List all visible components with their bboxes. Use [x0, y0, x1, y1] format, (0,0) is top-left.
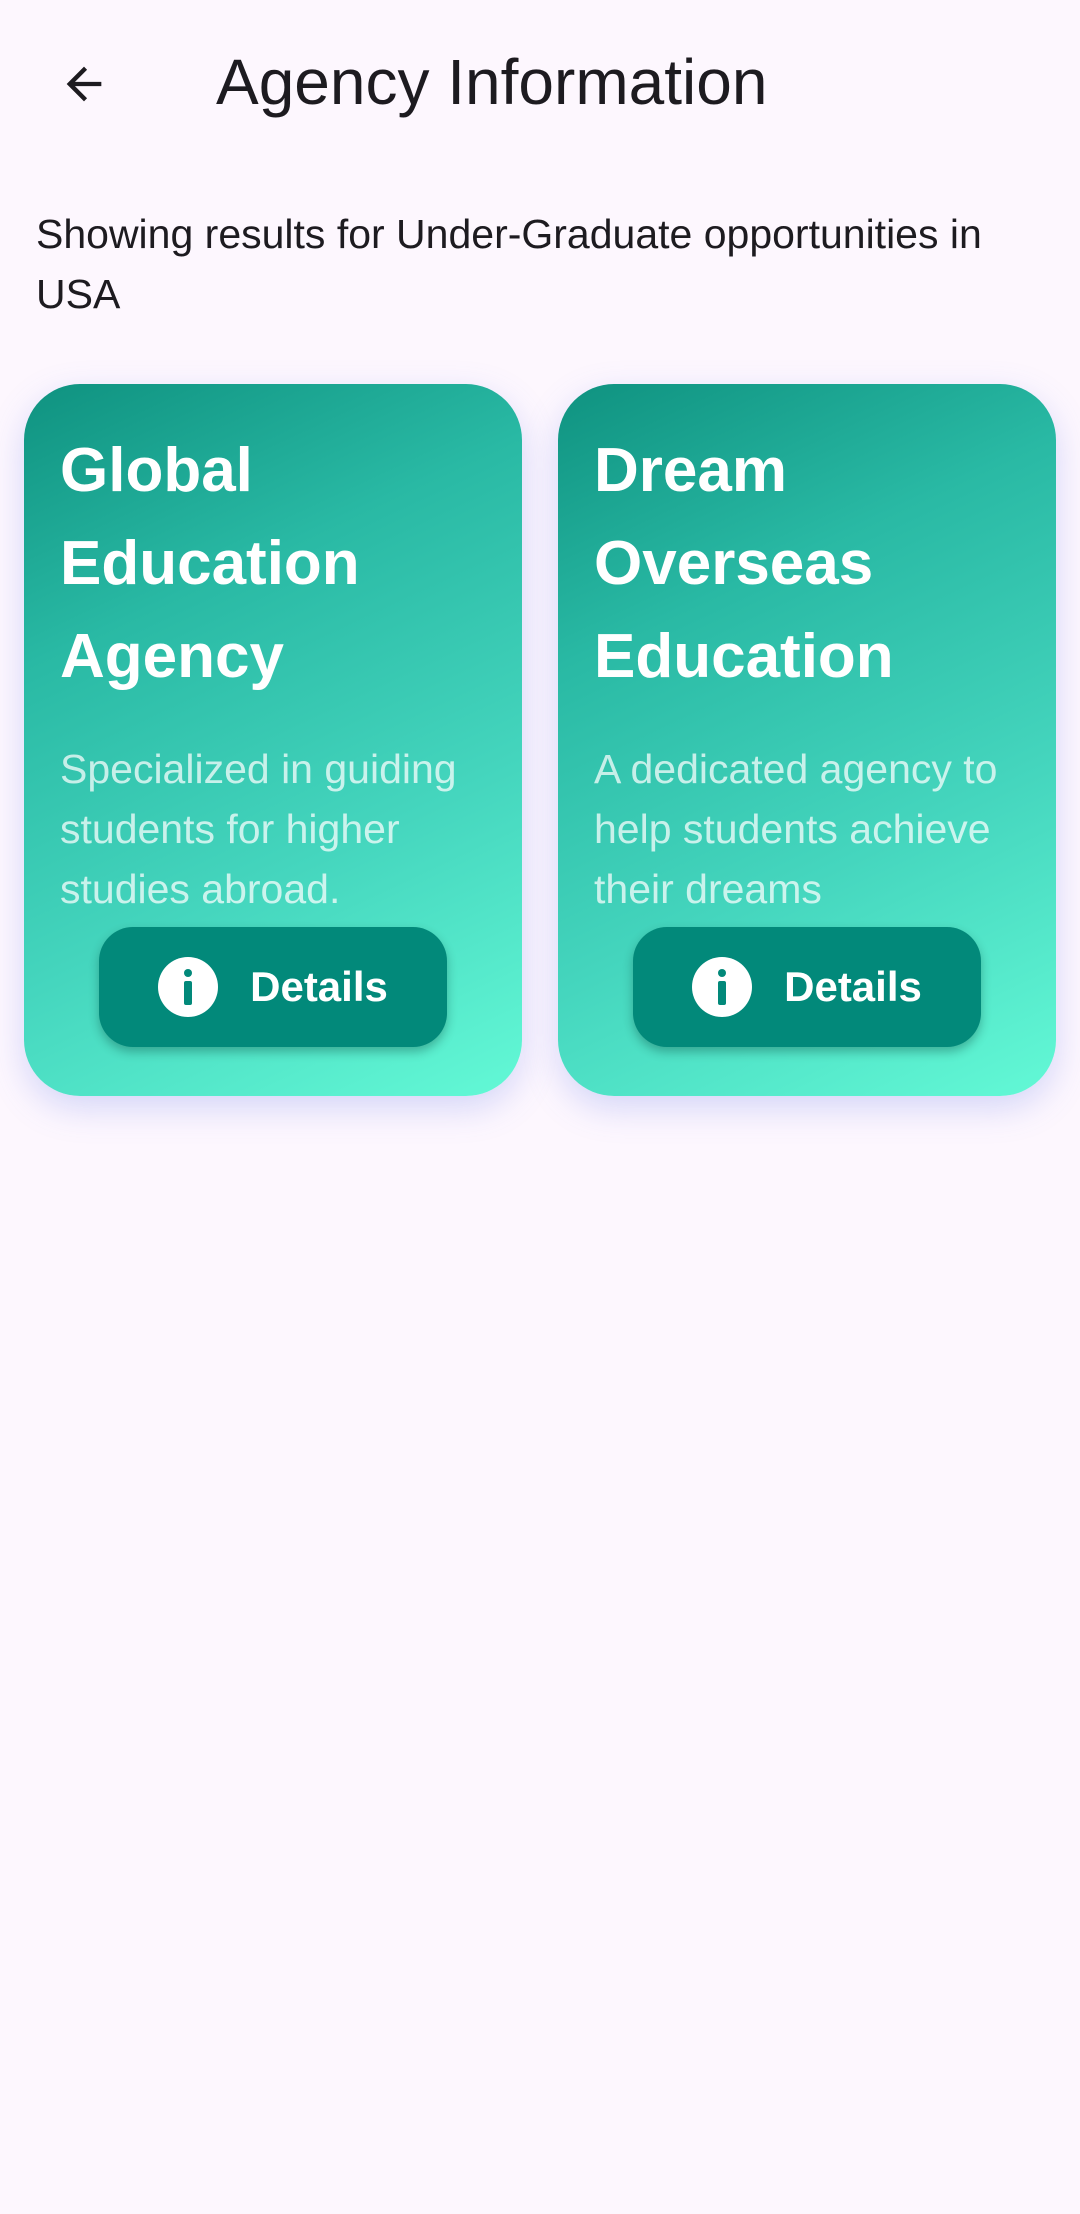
agency-name: Dream Overseas Education: [594, 436, 894, 691]
page-title: Agency Information: [216, 46, 768, 118]
info-icon: [158, 957, 219, 1017]
results-summary: Showing results for Under-Graduate oppor…: [36, 211, 982, 317]
agency-card: Global Education Agency Specialized in g…: [24, 384, 522, 1096]
agency-name: Global Education Agency: [60, 436, 360, 691]
details-button[interactable]: Details: [99, 927, 447, 1047]
agency-card: Dream Overseas Education A dedicated age…: [558, 384, 1056, 1096]
arrow-back-icon: [66, 66, 102, 102]
details-button[interactable]: Details: [633, 927, 981, 1047]
app-bar: Agency Information: [0, 0, 1080, 168]
details-button-label: Details: [250, 963, 388, 1010]
info-icon: [692, 957, 753, 1017]
agency-card-list: Global Education Agency Specialized in g…: [24, 384, 1056, 1096]
agency-description: Specialized in guiding students for high…: [60, 746, 457, 912]
back-button[interactable]: [36, 46, 132, 122]
agency-description: A dedicated agency to help students achi…: [594, 746, 998, 912]
details-button-label: Details: [784, 963, 922, 1010]
